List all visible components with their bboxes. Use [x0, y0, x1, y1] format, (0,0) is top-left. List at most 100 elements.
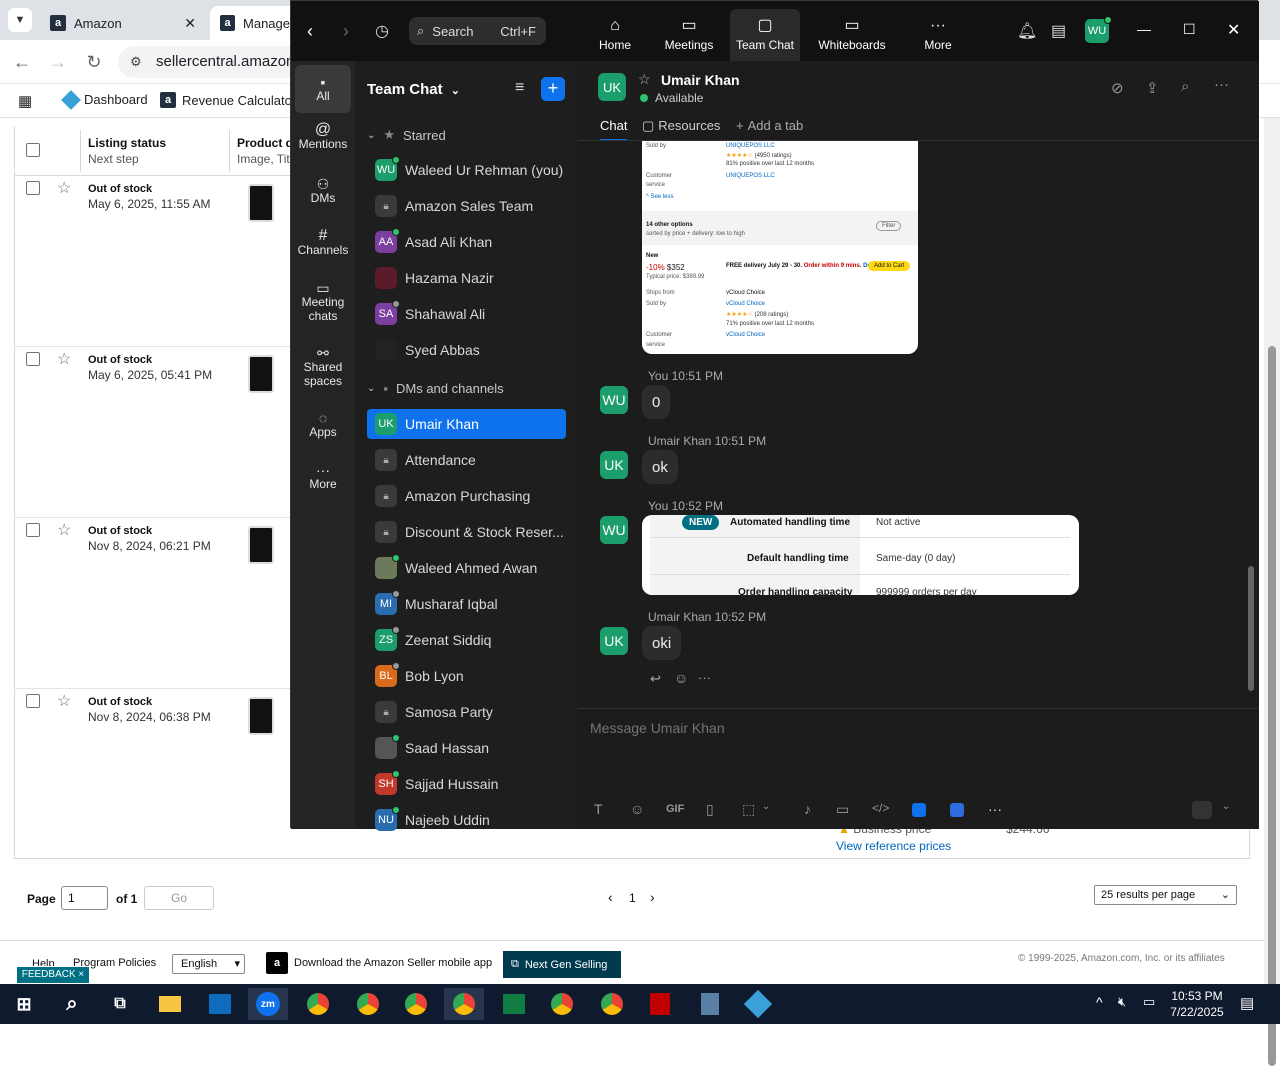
text-format-icon[interactable]: T [594, 801, 603, 817]
video-off-icon[interactable]: ⊘ [1111, 79, 1124, 97]
rail-dms[interactable]: ⚇ DMs [295, 177, 351, 205]
nav-home[interactable]: ⌂ Home [589, 9, 641, 61]
tab-chat[interactable]: Chat [600, 118, 628, 141]
select-all-checkbox[interactable] [26, 143, 40, 157]
star-icon[interactable]: ☆ [57, 520, 71, 540]
chat-list-item[interactable]: 🔒︎ Amazon Purchasing [367, 481, 566, 511]
share-screen-icon[interactable]: ⇪ [1146, 79, 1159, 97]
rail-shared-spaces[interactable]: ⚯ Shared spaces [295, 346, 351, 388]
add-reaction-icon[interactable]: ☺ [674, 670, 688, 686]
history-icon[interactable]: ◷ [375, 21, 389, 41]
feedback-button[interactable]: FEEDBACK × [17, 967, 89, 983]
message-bubble[interactable]: ok [642, 450, 678, 484]
chat-avatar[interactable]: UK [598, 73, 626, 101]
sender-avatar[interactable]: UK [600, 451, 628, 479]
download-app-link[interactable]: a Download the Amazon Seller mobile app [266, 952, 492, 974]
start-windows-icon[interactable]: ⊞ [4, 988, 44, 1020]
language-select[interactable]: English ▾ [172, 954, 245, 974]
chat-list-item[interactable]: UK Umair Khan [367, 409, 566, 439]
chat-list-item[interactable]: Waleed Ahmed Awan [367, 553, 566, 583]
search-icon[interactable]: ⌕ [52, 988, 92, 1020]
chat-list-item[interactable]: SA Shahawal Ali [367, 299, 566, 329]
next-page-icon[interactable]: › [650, 889, 655, 905]
minimize-button[interactable]: — [1137, 21, 1151, 37]
chrome-icon[interactable] [298, 988, 338, 1020]
message-bubble[interactable]: 0 [642, 385, 671, 419]
tab-search-button[interactable]: ▼ [8, 8, 32, 32]
zoom-app-icon[interactable]: zm [248, 988, 288, 1020]
chat-list-item[interactable]: SH Sajjad Hussain [367, 769, 566, 799]
profile-avatar[interactable]: WU [1085, 16, 1112, 43]
rail-all[interactable]: ▪ All [295, 65, 351, 113]
star-icon[interactable]: ☆ [57, 691, 71, 711]
file-icon[interactable]: ▯ [706, 801, 714, 818]
favorite-star-icon[interactable]: ☆ [638, 71, 651, 88]
task-view-icon[interactable]: ⧉ [100, 988, 140, 1020]
message-bubble[interactable]: oki [642, 626, 682, 660]
rail-mentions[interactable]: @ Mentions [295, 122, 351, 152]
product-thumbnail[interactable] [248, 184, 274, 222]
reload-icon[interactable]: ↻ [82, 50, 106, 74]
chat-list-item[interactable]: 🔒︎ Samosa Party [367, 697, 566, 727]
chat-list-item[interactable]: 🔒︎ Amazon Sales Team [367, 191, 566, 221]
help-link[interactable]: Help [32, 958, 55, 966]
chevron-down-icon[interactable]: ⌄ [1222, 801, 1230, 812]
bell-icon[interactable]: 🔔︎ [1017, 21, 1037, 41]
chrome-profile-icon[interactable] [542, 988, 582, 1020]
more-dots-icon[interactable]: ··· [988, 801, 1002, 817]
bookmark-revenue-calculator[interactable]: a Revenue Calculator [160, 92, 296, 108]
rail-channels[interactable]: # Channels [295, 228, 351, 258]
gif-button[interactable]: GIF [666, 803, 684, 815]
nav-whiteboards[interactable]: ▭ Whiteboards [813, 9, 891, 61]
chrome-profile-icon-active[interactable] [444, 988, 484, 1020]
product-thumbnail[interactable] [248, 526, 274, 564]
message-input[interactable] [590, 717, 1240, 739]
chrome-profile-icon[interactable] [348, 988, 388, 1020]
app-icon[interactable] [738, 988, 778, 1020]
file-explorer-icon[interactable] [150, 988, 190, 1020]
sender-avatar[interactable]: UK [600, 627, 628, 655]
section-starred[interactable]: ⌄ ★ Starred [367, 127, 446, 143]
new-chat-button[interactable]: + [541, 77, 565, 101]
add-tab-button[interactable]: + Add a tab [736, 118, 803, 133]
show-hidden-icons[interactable]: ^ [1096, 994, 1103, 1010]
tab-amazon[interactable]: a Amazon ✕ [40, 6, 210, 40]
nav-more[interactable]: ··· More [917, 9, 959, 61]
chat-list-item[interactable]: Saad Hassan [367, 733, 566, 763]
chat-list-item[interactable]: Syed Abbas [367, 335, 566, 365]
chat-scrollbar-thumb[interactable] [1248, 566, 1254, 691]
chat-list-item[interactable]: ZS Zeenat Siddiq [367, 625, 566, 655]
chrome-profile-icon[interactable] [396, 988, 436, 1020]
video-message-icon[interactable]: ▭ [836, 801, 849, 818]
back-icon[interactable]: ← [10, 50, 34, 74]
tab-manage[interactable]: a Manage [210, 6, 300, 40]
code-snippet-icon[interactable]: </> [872, 801, 889, 815]
chat-list-item[interactable]: NU Najeeb Uddin [367, 805, 566, 835]
apps-grid-icon[interactable]: ▦ [18, 92, 32, 110]
maximize-button[interactable]: ☐ [1183, 21, 1196, 38]
chat-list-item[interactable]: Hazama Nazir [367, 263, 566, 293]
chat-list-item[interactable]: AA Asad Ali Khan [367, 227, 566, 257]
filezilla-icon[interactable] [640, 988, 680, 1020]
star-icon[interactable]: ☆ [57, 178, 71, 198]
sender-avatar[interactable]: WU [600, 516, 628, 544]
zoom-search-box[interactable]: ⌕ Search Ctrl+F [409, 17, 546, 45]
back-icon[interactable]: ‹ [307, 21, 313, 42]
go-button[interactable]: Go [144, 886, 214, 910]
page-number-input[interactable] [61, 886, 108, 910]
bookmark-dashboard[interactable]: Dashboard [61, 89, 148, 110]
chrome-profile-icon[interactable] [592, 988, 632, 1020]
reply-icon[interactable]: ↩ [650, 671, 661, 687]
chat-list-item[interactable]: BL Bob Lyon [367, 661, 566, 691]
chat-list-item[interactable]: WU Waleed Ur Rehman (you) [367, 155, 566, 185]
chat-list-item[interactable]: 🔒︎ Attendance [367, 445, 566, 475]
sender-avatar[interactable]: WU [600, 386, 628, 414]
shared-screenshot-product-offers[interactable]: Sold by UNIQUEPOS LLC ★★★★☆ (4950 rating… [642, 141, 918, 354]
scrollbar-thumb[interactable] [1268, 346, 1276, 1066]
rail-meeting-chats[interactable]: ▭ Meeting chats [295, 281, 351, 323]
outlook-icon[interactable] [200, 988, 240, 1020]
more-options-icon[interactable]: ··· [1214, 76, 1229, 93]
search-icon[interactable]: ⌕ [1181, 78, 1189, 95]
send-icon[interactable] [1192, 801, 1212, 819]
nav-team-chat[interactable]: ▢ Team Chat [730, 9, 800, 61]
